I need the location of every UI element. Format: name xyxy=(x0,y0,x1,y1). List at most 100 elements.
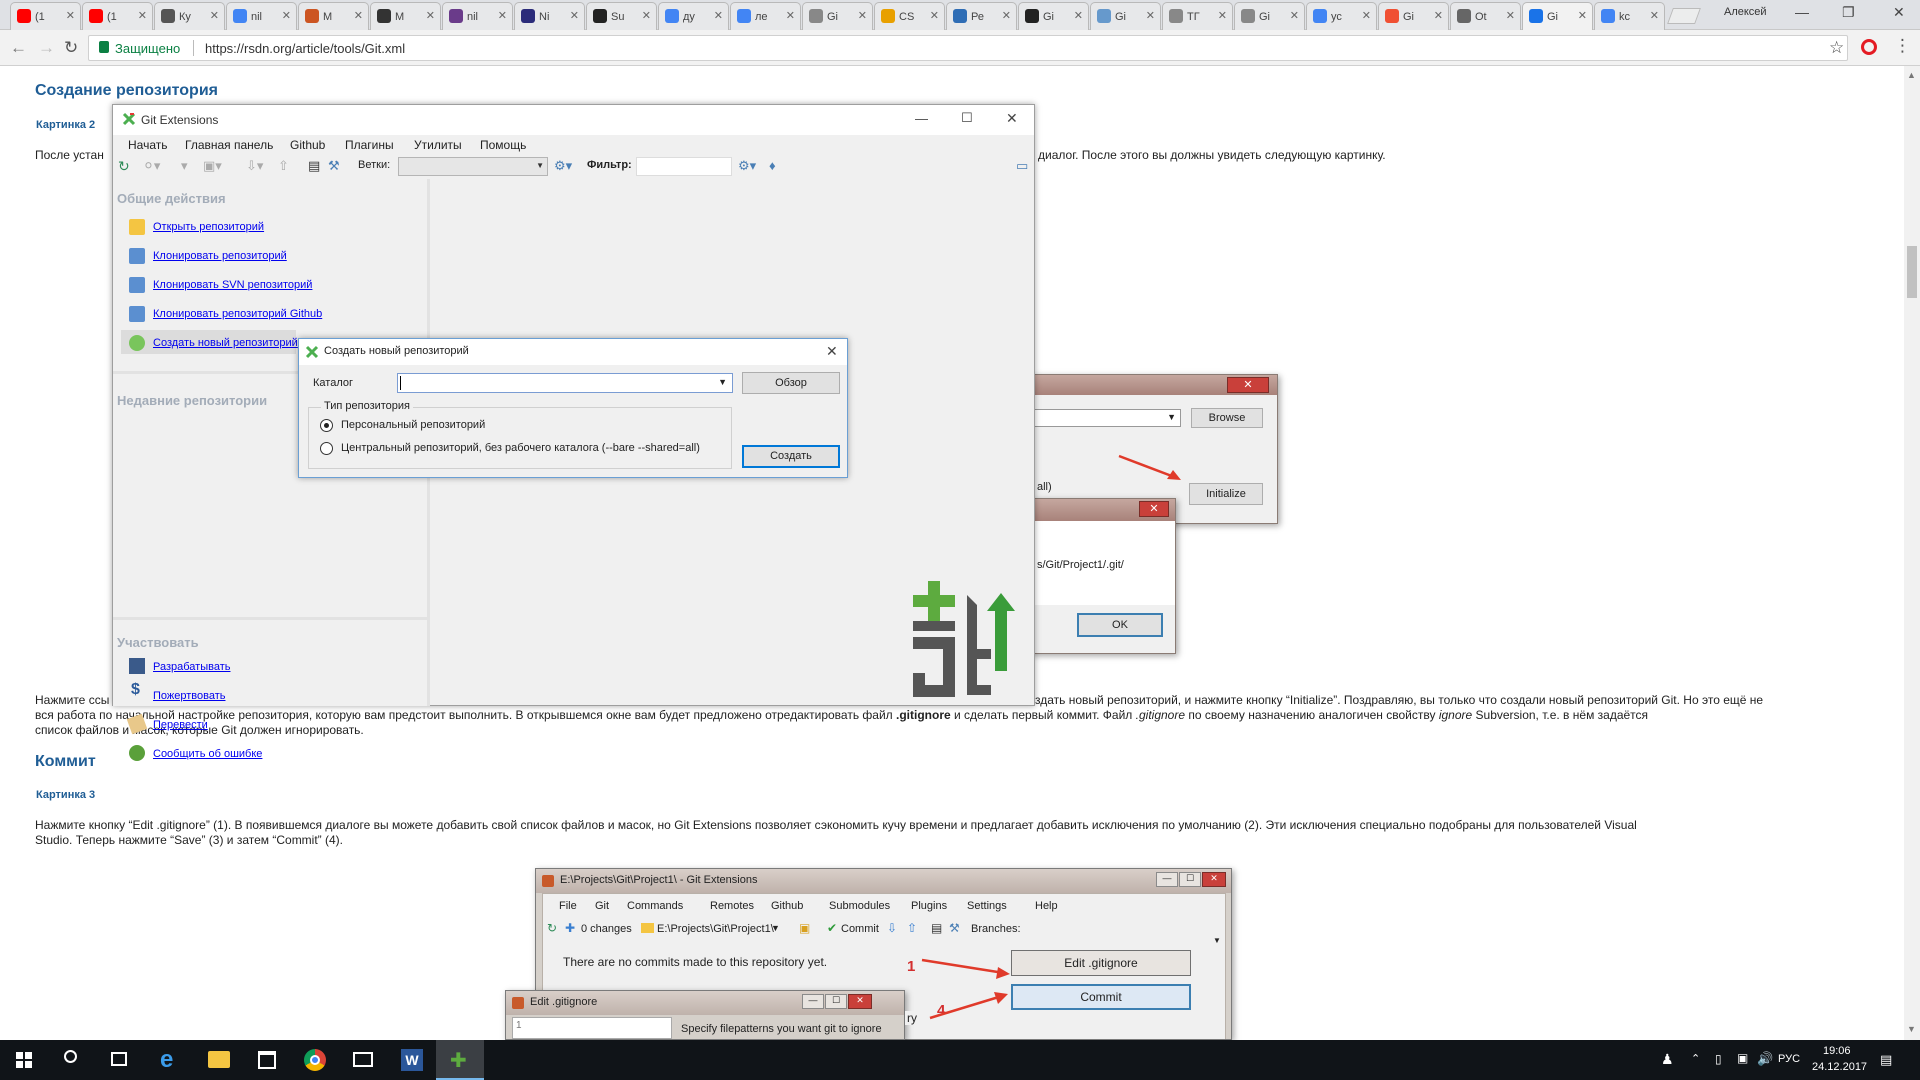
commit-icon[interactable]: ⚪▾ xyxy=(143,158,160,174)
catalog-combobox[interactable]: ▼ xyxy=(397,373,733,393)
opera-extension-icon[interactable] xyxy=(1861,39,1877,55)
action-clone-github[interactable]: Клонировать репозиторий Github xyxy=(153,308,322,320)
menu-plugins[interactable]: Plugins xyxy=(911,900,947,912)
browser-tab[interactable]: (1 ✕ xyxy=(10,2,81,30)
checkout-icon[interactable]: ▾ xyxy=(181,158,188,174)
language-indicator[interactable]: РУС xyxy=(1778,1053,1800,1065)
scroll-thumb[interactable] xyxy=(1907,246,1917,298)
branches-dropdown[interactable]: ▼ xyxy=(398,157,548,176)
taskbar-store[interactable] xyxy=(244,1040,292,1080)
close-icon[interactable]: ✕ xyxy=(848,994,872,1009)
minimize-icon[interactable]: — xyxy=(802,994,824,1009)
tab-close-icon[interactable]: ✕ xyxy=(714,9,723,22)
browser-tab[interactable]: Gi ✕ xyxy=(1018,2,1089,30)
url-text[interactable]: https://rsdn.org/article/tools/Git.xml xyxy=(205,41,405,56)
tab-close-icon[interactable]: ✕ xyxy=(930,9,939,22)
close-icon[interactable]: ✕ xyxy=(1227,377,1269,393)
minimize-icon[interactable]: — xyxy=(1156,872,1178,887)
menu-help[interactable]: Help xyxy=(1035,900,1058,912)
branch-filter-icon[interactable]: ♦ xyxy=(769,158,776,173)
clock-time[interactable]: 19:06 xyxy=(1823,1045,1851,1057)
commit-button[interactable]: Commit xyxy=(1011,984,1191,1010)
tab-close-icon[interactable]: ✕ xyxy=(642,9,651,22)
browser-menu-icon[interactable]: ⋮ xyxy=(1894,36,1911,56)
close-icon[interactable]: ✕ xyxy=(826,343,838,360)
ok-button[interactable]: OK xyxy=(1077,613,1163,637)
action-develop[interactable]: Разрабатывать xyxy=(153,661,230,673)
close-icon[interactable]: ✕ xyxy=(1006,110,1018,127)
browser-tab[interactable]: Gi ✕ xyxy=(1234,2,1305,30)
browser-tab[interactable]: kc ✕ xyxy=(1594,2,1665,30)
back-icon[interactable]: ← xyxy=(10,38,27,58)
browser-tab[interactable]: М ✕ xyxy=(370,2,441,30)
browser-tab[interactable]: Ку ✕ xyxy=(154,2,225,30)
tab-close-icon[interactable]: ✕ xyxy=(1074,9,1083,22)
tab-close-icon[interactable]: ✕ xyxy=(210,9,219,22)
close-icon[interactable]: ✕ xyxy=(1893,4,1905,21)
tab-close-icon[interactable]: ✕ xyxy=(1146,9,1155,22)
refresh-icon[interactable]: ↻ xyxy=(547,921,557,935)
action-clone-svn[interactable]: Клонировать SVN репозиторий xyxy=(153,279,312,291)
tab-close-icon[interactable]: ✕ xyxy=(138,9,147,22)
push-icon[interactable]: ⇧ xyxy=(278,158,289,174)
tab-close-icon[interactable]: ✕ xyxy=(1002,9,1011,22)
browser-tab[interactable]: Ni ✕ xyxy=(514,2,585,30)
browse-button[interactable]: Browse xyxy=(1191,408,1263,428)
maximize-icon[interactable]: ☐ xyxy=(961,110,973,126)
tab-close-icon[interactable]: ✕ xyxy=(1650,9,1659,22)
gear-icon[interactable]: ⚙▾ xyxy=(554,158,572,174)
browser-tab[interactable]: Gi ✕ xyxy=(1090,2,1161,30)
tab-close-icon[interactable]: ✕ xyxy=(1218,9,1227,22)
page-scrollbar[interactable]: ▲ ▼ xyxy=(1904,66,1920,1040)
browser-tab[interactable]: Gi ✕ xyxy=(1522,2,1593,30)
menu-github[interactable]: Github xyxy=(290,138,325,152)
menu-submodules[interactable]: Submodules xyxy=(829,900,890,912)
browser-tab[interactable]: CS ✕ xyxy=(874,2,945,30)
stash-icon[interactable]: ▣ xyxy=(799,921,810,935)
tab-close-icon[interactable]: ✕ xyxy=(786,9,795,22)
filter-gear-icon[interactable]: ⚙▾ xyxy=(738,158,756,174)
tab-close-icon[interactable]: ✕ xyxy=(66,9,75,22)
action-translate[interactable]: Перевести xyxy=(153,719,208,731)
tab-close-icon[interactable]: ✕ xyxy=(1578,9,1587,22)
menu-tools[interactable]: Утилиты xyxy=(414,138,462,152)
tab-close-icon[interactable]: ✕ xyxy=(282,9,291,22)
new-tab-button[interactable] xyxy=(1667,8,1701,24)
menu-github[interactable]: Github xyxy=(771,900,803,912)
path-label[interactable]: E:\Projects\Git\Project1\ xyxy=(657,923,774,935)
taskbar-mail[interactable] xyxy=(340,1040,388,1080)
menu-settings[interactable]: Settings xyxy=(967,900,1007,912)
battery-icon[interactable]: ▯ xyxy=(1715,1052,1722,1066)
menu-remotes[interactable]: Remotes xyxy=(710,900,754,912)
task-view-button[interactable] xyxy=(96,1040,144,1080)
restore-icon[interactable]: ❐ xyxy=(1842,4,1855,21)
folder-icon[interactable]: ▭ xyxy=(1016,158,1028,174)
taskbar-explorer[interactable] xyxy=(196,1040,244,1080)
scroll-up-icon[interactable]: ▲ xyxy=(1907,70,1916,80)
omnibox[interactable]: Защищено https://rsdn.org/article/tools/… xyxy=(88,35,1848,61)
maximize-icon[interactable]: ☐ xyxy=(825,994,847,1009)
menu-git[interactable]: Git xyxy=(595,900,609,912)
maximize-icon[interactable]: ☐ xyxy=(1179,872,1201,887)
close-icon[interactable]: ✕ xyxy=(1139,501,1169,517)
create-button[interactable]: Создать xyxy=(742,445,840,468)
clock-date[interactable]: 24.12.2017 xyxy=(1812,1061,1867,1073)
reload-icon[interactable]: ↻ xyxy=(64,38,78,58)
tab-close-icon[interactable]: ✕ xyxy=(426,9,435,22)
tray-chevron-icon[interactable]: ⌃ xyxy=(1691,1052,1700,1065)
tab-close-icon[interactable]: ✕ xyxy=(498,9,507,22)
chevron-down-icon[interactable]: ▼ xyxy=(771,923,780,933)
profile-name[interactable]: Алексей xyxy=(1724,6,1767,18)
menu-help[interactable]: Помощь xyxy=(480,138,526,152)
radio-personal[interactable] xyxy=(320,419,333,432)
network-icon[interactable]: ▣ xyxy=(1737,1051,1748,1065)
console-icon[interactable]: ▤ xyxy=(308,158,320,174)
pull-icon[interactable]: ⇩ xyxy=(887,921,897,935)
console-icon[interactable]: ▤ xyxy=(931,921,942,935)
filter-input[interactable] xyxy=(636,157,732,176)
forward-icon[interactable]: → xyxy=(38,38,55,58)
browser-tab[interactable]: ус ✕ xyxy=(1306,2,1377,30)
menu-commands[interactable]: Commands xyxy=(627,900,683,912)
start-button[interactable] xyxy=(0,1040,48,1080)
action-create-repo[interactable]: Создать новый репозиторий xyxy=(153,337,298,349)
